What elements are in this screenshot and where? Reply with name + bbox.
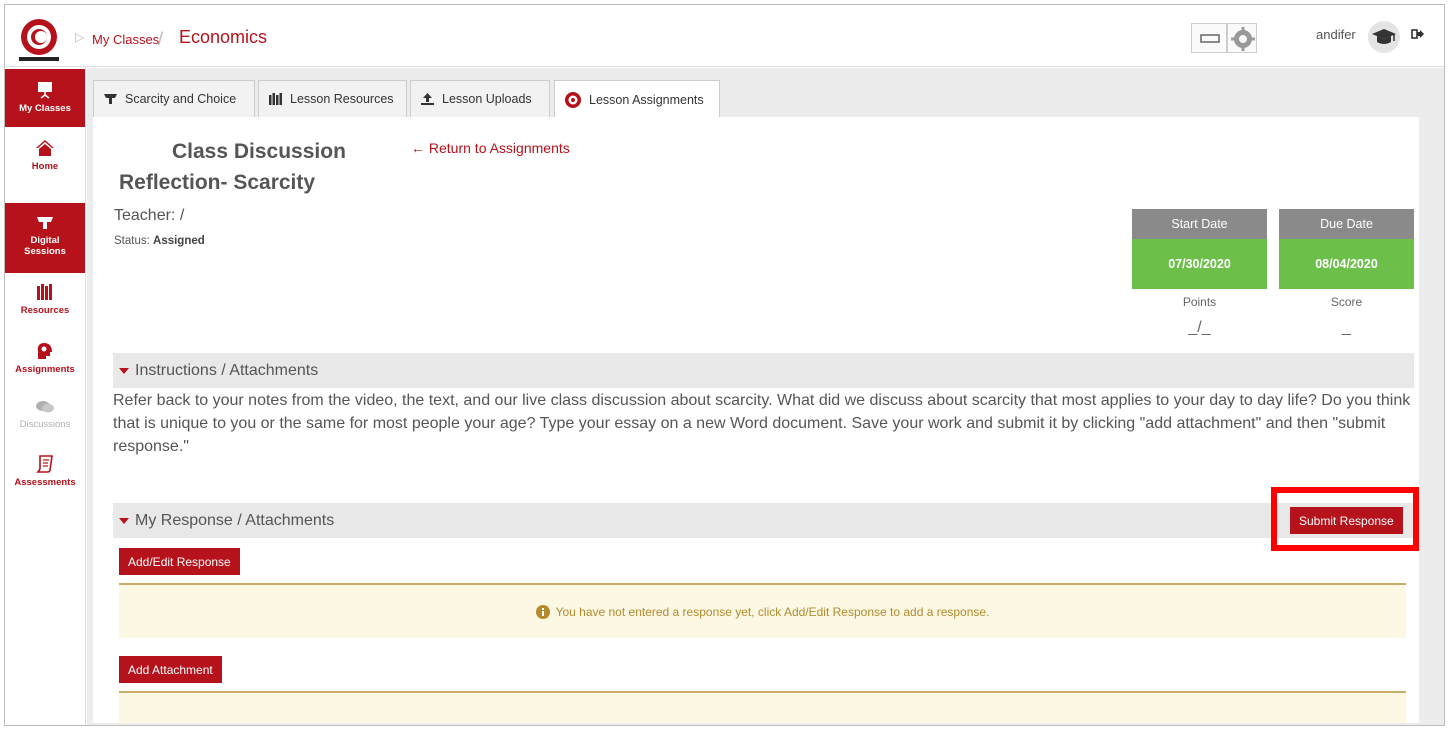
score-label: Score xyxy=(1330,295,1363,309)
sidebar-item-discussions[interactable]: Discussions xyxy=(5,399,85,449)
tab-label: Scarcity and Choice xyxy=(125,92,237,106)
sidebar-item-label: Assessments xyxy=(14,477,76,488)
sidebar-item-my-classes[interactable]: My Classes xyxy=(5,69,85,127)
start-date-value: 07/30/2020 xyxy=(1132,239,1267,289)
points-label: Points xyxy=(1182,295,1217,309)
app-window: ▷ My Classes / Economics andifer My Clas… xyxy=(4,4,1445,726)
logout-button[interactable] xyxy=(1411,27,1425,46)
avatar[interactable] xyxy=(1368,21,1400,53)
sidebar-item-home[interactable]: Home xyxy=(5,139,85,189)
tab-lesson-resources[interactable]: Lesson Resources xyxy=(258,80,407,117)
instructions-section-header[interactable]: Instructions / Attachments xyxy=(113,353,1414,388)
breadcrumb-my-classes[interactable]: My Classes xyxy=(92,32,159,47)
sidebar-item-label: Resources xyxy=(20,305,70,316)
tab-lesson-uploads[interactable]: Lesson Uploads xyxy=(410,80,550,117)
due-date-label: Due Date xyxy=(1279,209,1414,239)
tab-scarcity-and-choice[interactable]: Scarcity and Choice xyxy=(93,80,255,117)
instructions-header-label: Instructions / Attachments xyxy=(135,361,319,379)
graduation-cap-icon xyxy=(1372,29,1396,44)
sidebar-item-assignments[interactable]: Assignments xyxy=(5,342,85,392)
submit-response-button[interactable]: Submit Response xyxy=(1290,507,1403,534)
score-value: _ xyxy=(1342,319,1351,336)
lectern-icon xyxy=(37,217,53,229)
gear-icon xyxy=(1231,27,1255,51)
top-bar: ▷ My Classes / Economics andifer xyxy=(5,5,1444,67)
books-icon xyxy=(37,284,52,300)
sidebar-item-label: Home xyxy=(31,161,59,172)
return-to-assignments-link[interactable]: ← Return to Assignments xyxy=(411,140,570,156)
response-header-label: My Response / Attachments xyxy=(135,511,335,529)
tab-label: Lesson Resources xyxy=(290,92,394,106)
chat-icon xyxy=(36,401,54,413)
info-icon xyxy=(535,604,550,619)
chevron-down-icon xyxy=(119,517,129,524)
rectangle-icon xyxy=(1200,34,1220,43)
logo-underline xyxy=(19,57,59,61)
start-date-box: Start Date 07/30/2020 xyxy=(1132,209,1267,289)
teacher-label: Teacher: / xyxy=(114,207,185,224)
school-logo[interactable] xyxy=(19,17,59,57)
sidebar-item-label: Digital Sessions xyxy=(24,235,66,257)
tab-lesson-assignments[interactable]: Lesson Assignments xyxy=(554,80,720,118)
tab-label: Lesson Uploads xyxy=(442,92,532,106)
instructions-text: Refer back to your notes from the video,… xyxy=(113,392,1411,455)
breadcrumb-separator: / xyxy=(158,29,164,49)
chevron-down-icon xyxy=(119,367,129,374)
toggle-view-button[interactable] xyxy=(1191,23,1227,53)
main-content: Scarcity and Choice Lesson Resources Les… xyxy=(87,68,1444,725)
status-label: Status: xyxy=(114,235,150,247)
empty-response-notice: You have not entered a response yet, cli… xyxy=(119,583,1406,638)
sidebar-item-label: Discussions xyxy=(19,419,71,430)
home-icon xyxy=(36,140,54,156)
scroll-icon xyxy=(36,455,53,473)
assignment-title-line2: Reflection- Scarcity xyxy=(119,171,316,194)
upload-icon xyxy=(421,93,434,105)
response-section-header[interactable]: My Response / Attachments xyxy=(113,503,1414,538)
user-name[interactable]: andifer xyxy=(1316,27,1356,42)
status-line: Status: Assigned xyxy=(114,235,205,247)
add-edit-response-button[interactable]: Add/Edit Response xyxy=(119,548,240,575)
head-gears-icon xyxy=(565,91,581,108)
points-value: _/_ xyxy=(1188,319,1211,336)
lectern-icon xyxy=(104,94,117,104)
arrow-left-icon: ← xyxy=(411,140,425,156)
books-icon xyxy=(269,93,282,105)
assignment-title-line1: Class Discussion xyxy=(172,140,346,163)
presentation-icon xyxy=(38,82,52,99)
sidebar-item-assessments[interactable]: Assessments xyxy=(5,455,85,505)
sidebar-item-label: Assignments xyxy=(15,364,75,375)
empty-response-text: You have not entered a response yet, cli… xyxy=(555,604,990,619)
status-value: Assigned xyxy=(153,235,205,247)
attachment-notice xyxy=(119,691,1406,723)
logout-icon xyxy=(1411,29,1424,39)
assignment-panel: Class Discussion Reflection- Scarcity ← … xyxy=(93,117,1419,723)
due-date-box: Due Date 08/04/2020 xyxy=(1279,209,1414,289)
start-date-label: Start Date xyxy=(1132,209,1267,239)
due-date-value: 08/04/2020 xyxy=(1279,239,1414,289)
sidebar: My Classes Home Digital Sessions Resourc… xyxy=(5,67,86,725)
return-link-label: Return to Assignments xyxy=(428,140,570,156)
collapse-toggle-icon[interactable]: ▷ xyxy=(75,30,84,44)
sidebar-item-label: My Classes xyxy=(19,103,71,114)
sidebar-item-resources[interactable]: Resources xyxy=(5,283,85,333)
tab-label: Lesson Assignments xyxy=(589,92,704,107)
page-title: Economics xyxy=(179,27,268,47)
add-attachment-button[interactable]: Add Attachment xyxy=(119,656,222,683)
sidebar-item-digital-sessions[interactable]: Digital Sessions xyxy=(5,203,85,273)
head-gears-icon xyxy=(37,343,52,359)
settings-button[interactable] xyxy=(1227,23,1257,53)
